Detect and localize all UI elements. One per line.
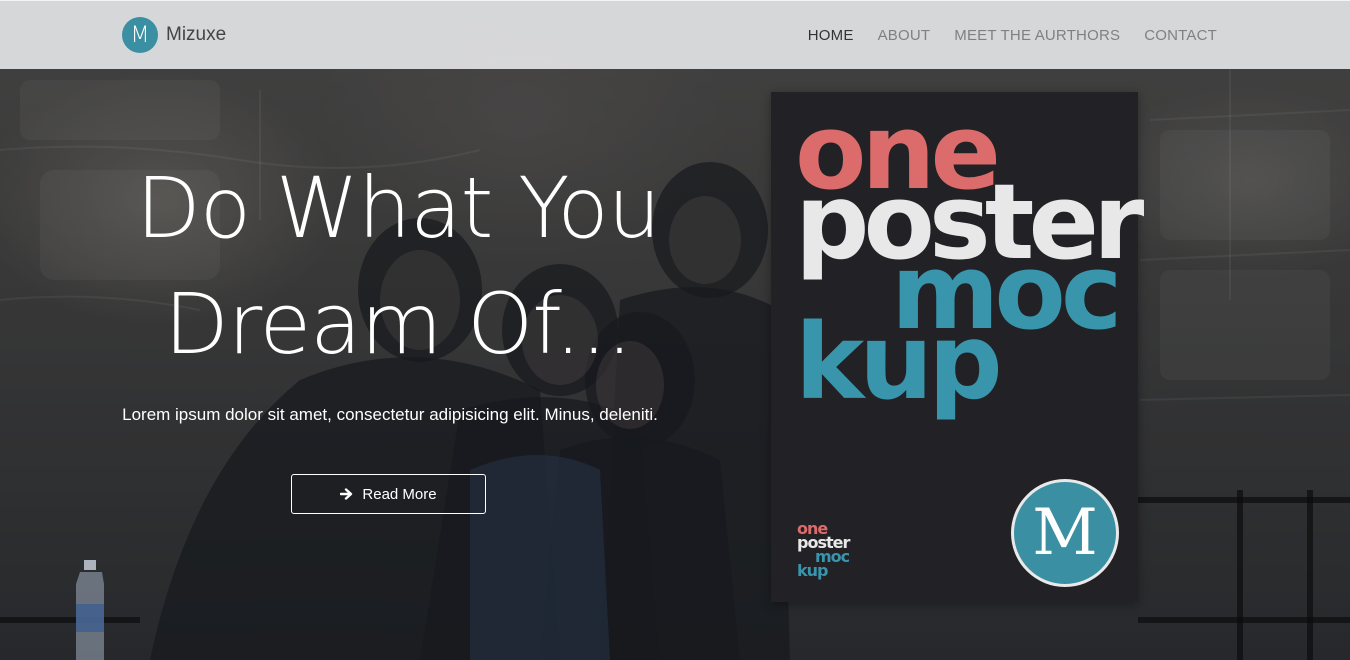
read-more-label: Read More (362, 485, 437, 503)
poster-mockup: one poster moc kup one poster moc kup M (771, 92, 1144, 602)
hero-headline-line2: Dream Of... (164, 275, 633, 373)
brand-link[interactable]: M Mizuxe (122, 17, 226, 53)
brand-logo-icon: M (122, 17, 158, 53)
read-more-button[interactable]: Read More (291, 474, 486, 514)
nav-item-meet-the-authors[interactable]: MEET THE AURTHORS (954, 27, 1120, 44)
nav-item-contact[interactable]: CONTACT (1144, 27, 1217, 44)
brand-name: Mizuxe (166, 24, 227, 45)
arrow-right-icon (340, 487, 354, 501)
poster-m-logo-icon: M (1011, 479, 1119, 587)
poster-word-kup: kup (795, 301, 1003, 423)
nav-item-about[interactable]: ABOUT (878, 27, 931, 44)
top-navbar: M Mizuxe HOME ABOUT MEET THE AURTHORS CO… (0, 0, 1350, 69)
poster-mini-kup: kup (797, 561, 828, 580)
hero-lead-text: Lorem ipsum dolor sit amet, consectetur … (122, 405, 658, 424)
hero-headline-line1: Do What You (136, 159, 661, 257)
nav-item-home[interactable]: HOME (808, 27, 854, 44)
hero-headline: Do What You Dream Of... (118, 150, 678, 382)
poster-mini-logo: one poster moc kup (797, 521, 850, 580)
nav-menu: HOME ABOUT MEET THE AURTHORS CONTACT (808, 1, 1217, 69)
